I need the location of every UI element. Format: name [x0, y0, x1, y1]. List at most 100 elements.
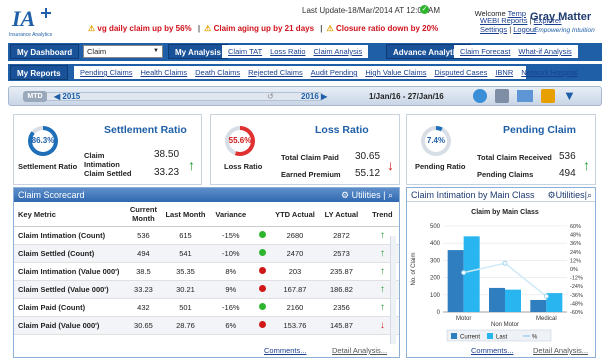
filter-icon[interactable]: ▼: [563, 89, 576, 103]
y2-tick-label: 48%: [570, 233, 581, 239]
row-ytd: 167.87: [272, 280, 318, 299]
row-last: 501: [162, 298, 209, 317]
x-tick-label: Medical: [536, 316, 557, 322]
row-metric: Claim Paid (Count): [14, 298, 125, 317]
mtd-button[interactable]: MTD: [23, 91, 47, 102]
end-year[interactable]: 2016 ▶: [301, 92, 327, 101]
settlement-row1-label: Claim Intimation: [84, 151, 120, 169]
globe-icon[interactable]: [473, 89, 487, 103]
col-current-month: Current Month: [124, 202, 163, 227]
row-variance: -15%: [208, 226, 253, 245]
legend-label: Current: [460, 335, 480, 341]
status-dot: [259, 249, 267, 256]
col-status: [252, 202, 273, 227]
export-icon[interactable]: [541, 89, 555, 103]
toolbar-icons: ▼: [473, 89, 576, 103]
loss-gauge-label: Loss Ratio: [224, 162, 263, 171]
report-link-audit[interactable]: Audit Pending: [311, 68, 358, 77]
utilities-label: Utilities: [351, 190, 381, 200]
x-tick-label: Non Motor: [491, 322, 519, 328]
scorecard-comments-link[interactable]: Comments...: [264, 346, 307, 355]
pending-row2-value: 494: [559, 168, 576, 179]
legend-label: Last: [496, 335, 508, 341]
claim-forecast-link[interactable]: Claim Forecast: [460, 47, 510, 56]
settlement-row1-value: 38.50: [154, 149, 180, 160]
y2-tick-label: 24%: [570, 250, 581, 256]
y2-tick-label: 36%: [570, 241, 581, 247]
settings-link[interactable]: Settings: [480, 25, 507, 34]
loss-ratio-link[interactable]: Loss Ratio: [270, 47, 305, 56]
brand-logo: IA Insurance Analytics: [6, 4, 66, 38]
pending-row2-label: Pending Claims: [477, 170, 534, 179]
loss-title: Loss Ratio: [315, 124, 369, 136]
y2-tick-label: -12%: [570, 276, 583, 282]
table-row[interactable]: Claim Intimation (Value 000') 38.5 35.35 8%…: [14, 262, 399, 281]
report-link-death[interactable]: Death Claims: [195, 68, 240, 77]
dashboard-select[interactable]: Claim ▼: [83, 45, 163, 58]
report-link-pending[interactable]: Pending Claims: [80, 68, 133, 77]
my-reports-button[interactable]: My Reports: [10, 65, 68, 80]
intimation-utilities[interactable]: ⚙Utilities|⌕: [548, 188, 592, 202]
row-metric: Claim Paid (Value 000'): [14, 316, 125, 335]
status-dot-cell: [252, 298, 273, 317]
warning-icon: ⚠: [88, 24, 96, 33]
warning-icon: ⚠: [204, 24, 212, 33]
nav-bar-primary: My Dashboard Claim ▼ My Analysis Claim TA…: [8, 43, 602, 61]
claim-tat-link[interactable]: Claim TAT: [228, 47, 262, 56]
my-dashboard-button[interactable]: My Dashboard: [10, 44, 80, 59]
print-icon[interactable]: [495, 89, 509, 103]
search-icon: ⌕: [586, 190, 592, 200]
scorecard-utilities[interactable]: ⚙ Utilities | ⌕: [341, 188, 393, 202]
row-ly: 2356: [317, 298, 366, 317]
row-ly: 186.82: [317, 280, 366, 299]
partner-tagline: Empowering Intuition: [534, 27, 595, 34]
row-metric: Claim Settled (Count): [14, 244, 125, 263]
bar-current-medical: [530, 299, 547, 312]
report-link-rejected[interactable]: Rejected Claims: [248, 68, 303, 77]
start-year[interactable]: ◀ 2015: [54, 92, 80, 101]
table-row[interactable]: Claim Settled (Value 000') 33.23 30.21 9% 16…: [14, 280, 399, 299]
intimation-panel: Claim Intimation by Main Class ⚙Utilitie…: [406, 187, 596, 358]
y2-tick-label: -48%: [570, 301, 583, 307]
claim-analysis-link[interactable]: Claim Analysis: [314, 47, 363, 56]
pending-row1-value: 536: [559, 151, 576, 162]
report-link-health[interactable]: Health Claims: [140, 68, 187, 77]
reset-icon[interactable]: ↺: [267, 92, 274, 101]
loss-row2-value: 55.12: [355, 168, 381, 179]
intimation-detail-link[interactable]: Detail Analysis...: [533, 346, 588, 355]
table-row[interactable]: Claim Settled (Count) 494 541 -10% 2470 2573 ↑: [14, 244, 399, 263]
scorecard-scrollbar[interactable]: [390, 236, 396, 344]
alert-ticker: ⚠ vg daily claim up by 56% | ⚠ Claim agin…: [88, 24, 439, 33]
intimation-comments-link[interactable]: Comments...: [471, 346, 514, 355]
scorecard-detail-link[interactable]: Detail Analysis...: [332, 346, 387, 355]
row-ytd: 2680: [272, 226, 318, 245]
col-last-month: Last Month: [162, 202, 209, 227]
kpi-pending-card: 7.4% Pending Ratio Pending Claim Total C…: [406, 114, 596, 185]
y2-tick-label: 0%: [570, 267, 578, 273]
row-variance: -10%: [208, 244, 253, 263]
scorecard-panel: Claim Scorecard ⚙ Utilities | ⌕ Key Metr…: [13, 187, 400, 358]
trend-up-icon: ↑: [188, 157, 195, 173]
table-row[interactable]: Claim Paid (Count) 432 501 -16% 2160 2356 ↑: [14, 298, 399, 317]
bar-current-non-motor: [489, 287, 505, 312]
row-current: 33.23: [124, 280, 163, 299]
mail-icon[interactable]: [517, 90, 533, 102]
table-row[interactable]: Claim Paid (Value 000') 30.65 28.76 6% 153.7…: [14, 316, 399, 335]
report-link-ibnr[interactable]: IBNR: [495, 68, 513, 77]
report-link-disputed[interactable]: Disputed Cases: [434, 68, 487, 77]
what-if-link[interactable]: What-if Analysis: [518, 47, 571, 56]
status-dot-cell: [252, 262, 273, 281]
row-ly: 145.87: [317, 316, 366, 335]
row-last: 35.35: [162, 262, 209, 281]
table-row[interactable]: Claim Intimation (Count) 536 615 -15% 2680 28…: [14, 226, 399, 245]
status-dot-cell: [252, 226, 273, 245]
row-last: 541: [162, 244, 209, 263]
report-link-network[interactable]: Network Hospital: [521, 68, 578, 77]
row-last: 28.76: [162, 316, 209, 335]
row-variance: 9%: [208, 280, 253, 299]
row-ly: 2573: [317, 244, 366, 263]
status-dot: [259, 231, 267, 238]
report-link-highvalue[interactable]: High Value Claims: [365, 68, 426, 77]
my-analysis-button[interactable]: My Analysis: [168, 44, 228, 59]
kpi-loss-card: 55.6% Loss Ratio Loss Ratio Total Claim …: [210, 114, 400, 185]
